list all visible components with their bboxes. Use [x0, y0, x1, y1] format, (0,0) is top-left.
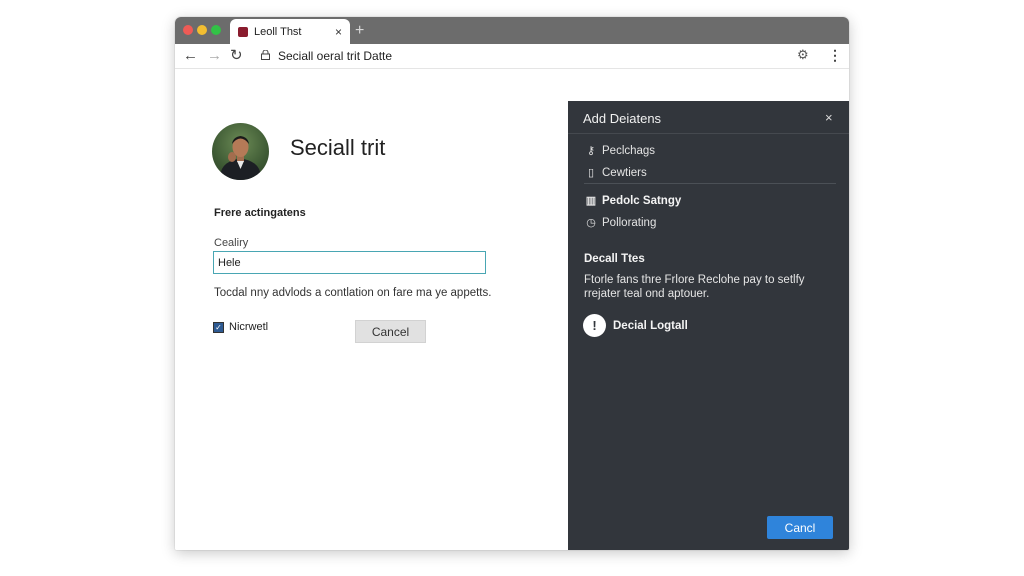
extension-icon[interactable]: ⚙ [797, 47, 809, 63]
panel-section-title: Decall Ttes [584, 253, 645, 265]
panel-item-cewtiers[interactable]: ▯ Cewtiers [584, 166, 647, 180]
panel-item-pollorating[interactable]: ◷ Pollorating [584, 216, 657, 230]
alert-label: Decial Logtall [613, 319, 688, 332]
section-label: Frere actingatens [214, 207, 306, 219]
page-content: Seciall trit Frere actingatens Cealiry T… [175, 69, 568, 550]
field-label: Cealiry [214, 237, 249, 249]
avatar [212, 123, 269, 180]
favicon-icon [238, 26, 248, 37]
browser-titlebar: Leoll Thst × + [175, 17, 849, 44]
checkbox[interactable]: ✓ [213, 321, 224, 333]
address-bar[interactable]: Seciall oeral trit Datte [278, 49, 392, 63]
close-window-button[interactable] [183, 25, 193, 35]
checkbox-row[interactable]: ✓ Nicrwetl [213, 321, 268, 333]
panel-item-label: Pedolc Satngy [602, 194, 682, 207]
maximize-window-button[interactable] [211, 25, 221, 35]
page-title: Seciall trit [290, 135, 386, 160]
panel-item-label: Pollorating [602, 216, 657, 229]
minimize-window-button[interactable] [197, 25, 207, 35]
panel-description: Ftorle fans thre Frlore Reclohe pay to s… [584, 274, 805, 300]
help-text: Tocdal nny advlods a contlation on fare … [214, 287, 492, 299]
panel-divider [584, 183, 836, 184]
panel-alert[interactable]: ! Decial Logtall [583, 314, 688, 337]
add-details-panel: Add Deiatens × ⚷ Peclchags ▯ Cewtiers ▥ … [568, 101, 849, 550]
panel-item-label: Peclchags [602, 144, 656, 157]
panel-primary-button[interactable]: Cancl [767, 516, 833, 539]
forward-button[interactable]: → [207, 47, 222, 65]
panel-title: Add Deiatens [583, 111, 662, 126]
browser-tab[interactable]: Leoll Thst × [230, 19, 350, 44]
panel-close-icon[interactable]: × [825, 110, 833, 125]
reload-button[interactable]: ↻ [230, 47, 243, 65]
cancel-button[interactable]: Cancel [355, 320, 426, 343]
tab-title: Leoll Thst [254, 25, 302, 38]
lock-icon [261, 50, 270, 60]
back-button[interactable]: ← [183, 47, 198, 65]
browser-toolbar: ← → ↻ Seciall oeral trit Datte ⚙ ⋮ [175, 44, 849, 69]
alert-icon: ! [583, 314, 606, 337]
panel-header: Add Deiatens × [568, 101, 849, 134]
panel-item-peclchags[interactable]: ⚷ Peclchags [584, 144, 656, 158]
panel-item-pedolc-satngy[interactable]: ▥ Pedolc Satngy [584, 194, 682, 208]
tab-close-icon[interactable]: × [335, 26, 342, 38]
book-icon: ▥ [585, 195, 597, 207]
clock-icon: ◷ [586, 217, 596, 229]
browser-window: Leoll Thst × + ← → ↻ Seciall oeral trit … [175, 17, 849, 550]
person-photo-icon [220, 136, 261, 180]
clipboard-icon: ▯ [587, 167, 595, 179]
panel-item-label: Cewtiers [602, 166, 647, 179]
checkbox-label: Nicrwetl [229, 321, 269, 333]
browser-menu-icon[interactable]: ⋮ [828, 47, 842, 64]
text-input[interactable] [213, 251, 486, 274]
key-icon: ⚷ [586, 145, 596, 157]
new-tab-button[interactable]: + [355, 21, 364, 41]
